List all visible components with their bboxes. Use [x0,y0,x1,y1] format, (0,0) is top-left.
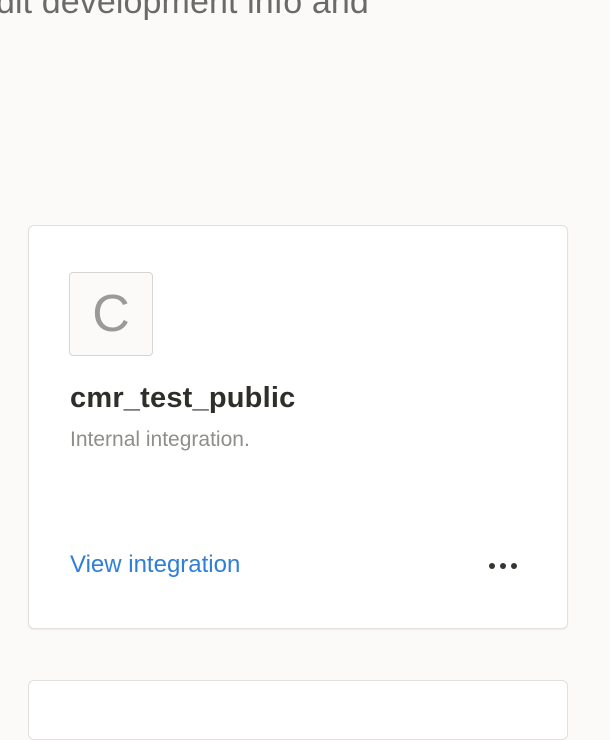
more-options-button[interactable] [477,548,529,584]
view-integration-link[interactable]: View integration [70,551,240,579]
page-intro-text: dit development info and [0,0,369,21]
integration-avatar-letter: C [92,285,130,343]
integration-name: cmr_test_public [70,382,296,414]
integration-avatar: C [69,272,153,356]
integration-description: Internal integration. [70,428,250,451]
next-integration-card [28,680,568,740]
more-horizontal-icon [489,563,495,569]
more-horizontal-icon [511,563,517,569]
more-horizontal-icon [500,563,506,569]
integration-card: C cmr_test_public Internal integration. … [28,225,568,629]
